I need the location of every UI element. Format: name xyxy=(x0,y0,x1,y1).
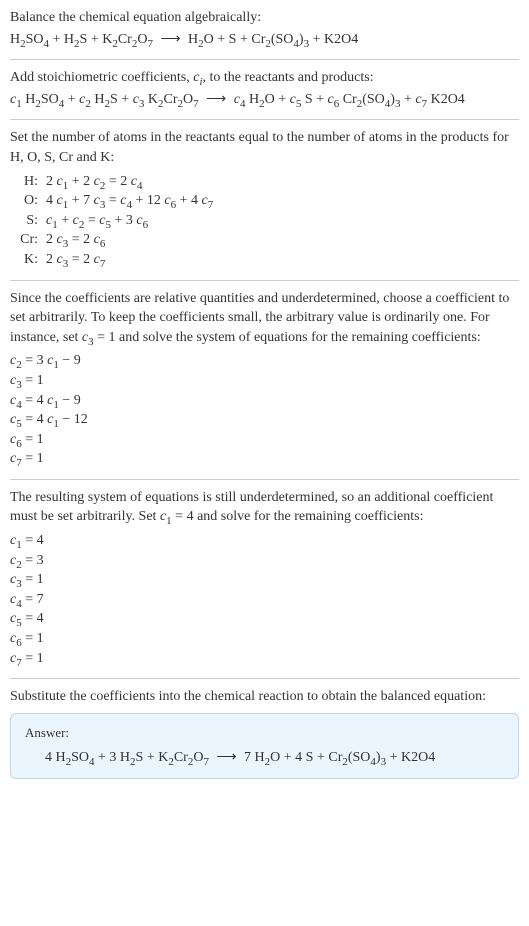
step-underdetermined-1: Since the coefficients are relative quan… xyxy=(10,289,519,348)
answer-label: Answer: xyxy=(25,724,504,742)
coefficient-line: c6 = 1 xyxy=(10,629,519,649)
element-equation: 2 c3 = 2 c7 xyxy=(42,250,217,270)
element-equation: 4 c1 + 7 c3 = c4 + 12 c6 + 4 c7 xyxy=(42,191,217,211)
coefficient-list-2: c1 = 4 c2 = 3 c3 = 1 c4 = 7 c5 = 4 c6 = … xyxy=(10,531,519,668)
table-row: K: 2 c3 = 2 c7 xyxy=(10,250,217,270)
table-row: O: 4 c1 + 7 c3 = c4 + 12 c6 + 4 c7 xyxy=(10,191,217,211)
equation-with-coefficients: c1 H2SO4 + c2 H2S + c3 K2Cr2O7 ⟶ c4 H2O … xyxy=(10,90,519,110)
step-underdetermined-2: The resulting system of equations is sti… xyxy=(10,488,519,527)
coefficient-line: c6 = 1 xyxy=(10,430,519,450)
element-label: S: xyxy=(10,211,42,231)
coefficient-line: c2 = 3 c1 − 9 xyxy=(10,351,519,371)
element-label: K: xyxy=(10,250,42,270)
divider xyxy=(10,59,519,60)
coefficient-line: c2 = 3 xyxy=(10,551,519,571)
divider xyxy=(10,678,519,679)
divider xyxy=(10,280,519,281)
coefficient-list-1: c2 = 3 c1 − 9 c3 = 1 c4 = 4 c1 − 9 c5 = … xyxy=(10,351,519,469)
coefficient-line: c7 = 1 xyxy=(10,649,519,669)
coefficient-line: c3 = 1 xyxy=(10,371,519,391)
coefficient-line: c4 = 4 c1 − 9 xyxy=(10,391,519,411)
step-atom-balance: Set the number of atoms in the reactants… xyxy=(10,128,519,167)
coefficient-line: c5 = 4 c1 − 12 xyxy=(10,410,519,430)
table-row: H: 2 c1 + 2 c2 = 2 c4 xyxy=(10,172,217,192)
coefficient-line: c4 = 7 xyxy=(10,590,519,610)
element-equation: c1 + c2 = c5 + 3 c6 xyxy=(42,211,217,231)
table-row: Cr: 2 c3 = 2 c6 xyxy=(10,230,217,250)
coefficient-line: c1 = 4 xyxy=(10,531,519,551)
element-label: H: xyxy=(10,172,42,192)
title-line: Balance the chemical equation algebraica… xyxy=(10,8,519,28)
coefficient-line: c7 = 1 xyxy=(10,449,519,469)
element-equation: 2 c3 = 2 c6 xyxy=(42,230,217,250)
divider xyxy=(10,479,519,480)
step-add-coefficients: Add stoichiometric coefficients, ci, to … xyxy=(10,68,519,88)
element-equation: 2 c1 + 2 c2 = 2 c4 xyxy=(42,172,217,192)
equation-plain: H2SO4 + H2S + K2Cr2O7 ⟶ H2O + S + Cr2(SO… xyxy=(10,30,519,50)
divider xyxy=(10,119,519,120)
step-substitute: Substitute the coefficients into the che… xyxy=(10,687,519,707)
coefficient-line: c3 = 1 xyxy=(10,570,519,590)
answer-box: Answer: 4 H2SO4 + 3 H2S + K2Cr2O7 ⟶ 7 H2… xyxy=(10,713,519,779)
table-row: S: c1 + c2 = c5 + 3 c6 xyxy=(10,211,217,231)
answer-equation: 4 H2SO4 + 3 H2S + K2Cr2O7 ⟶ 7 H2O + 4 S … xyxy=(25,748,504,768)
coefficient-line: c5 = 4 xyxy=(10,609,519,629)
element-label: O: xyxy=(10,191,42,211)
element-label: Cr: xyxy=(10,230,42,250)
atom-balance-table: H: 2 c1 + 2 c2 = 2 c4 O: 4 c1 + 7 c3 = c… xyxy=(10,172,217,270)
